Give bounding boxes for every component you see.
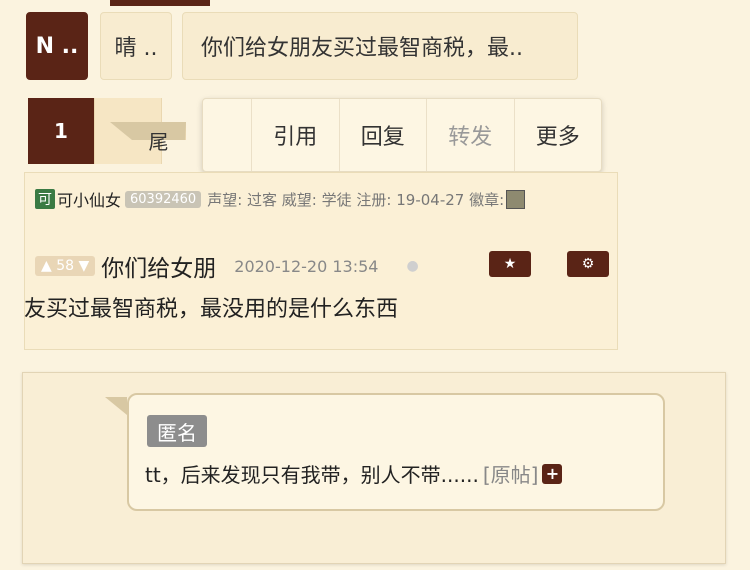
top-strip [110, 0, 210, 6]
menu-forward-label: 转发 [448, 125, 493, 150]
last-page-label: 尾 [148, 129, 169, 154]
medal-icon[interactable] [506, 189, 526, 209]
breadcrumb-forum[interactable]: N .. [26, 12, 88, 80]
breadcrumb-board[interactable]: 晴 .. [100, 12, 172, 80]
badges-label: 徽章: [469, 190, 505, 209]
registered-text: 注册: 19-04-27 [356, 190, 465, 209]
author-name[interactable]: 可小仙女 [57, 187, 121, 211]
status-dot-icon: ● [406, 258, 419, 274]
author-avatar[interactable]: 可 [35, 189, 55, 209]
breadcrumb-board-label: 晴 .. [114, 36, 158, 61]
favorite-star-button[interactable]: ★ [489, 251, 531, 277]
author-info: 可 可小仙女 60392460 声望: 过客 威望: 学徒 注册: 19-04-… [35, 187, 526, 211]
last-page-button[interactable]: 尾 [110, 122, 186, 154]
original-post: 可 可小仙女 60392460 声望: 过客 威望: 学徒 注册: 19-04-… [24, 172, 618, 350]
settings-button[interactable]: ⚙ [567, 251, 609, 277]
menu-reply[interactable]: 回复 [340, 99, 427, 171]
reply-bubble: 匿名 tt，后来发现只有我带，别人不带...... [原帖] + [127, 393, 665, 511]
reply-card: 匿名 tt，后来发现只有我带，别人不带...... [原帖] + [22, 372, 726, 564]
menu-quote-label: 引用 [273, 125, 318, 150]
post-action-menu: 引用 回复 转发 更多 [202, 98, 602, 172]
prestige-text: 威望: 学徒 [281, 190, 352, 209]
anonymous-tag: 匿名 [147, 415, 207, 447]
star-icon: ★ [503, 256, 517, 272]
bubble-tail [105, 397, 127, 415]
menu-forward[interactable]: 转发 [427, 99, 515, 171]
menu-more[interactable]: 更多 [515, 99, 602, 171]
vote-widget[interactable]: ▲ 58 ▼ [35, 256, 96, 276]
page-1-button[interactable]: 1 [28, 98, 95, 164]
user-id-badge: 60392460 [125, 190, 202, 208]
reply-text-line: tt，后来发现只有我带，别人不带...... [原帖] + [145, 459, 563, 488]
post-date: 2020-12-20 13:54 [234, 256, 379, 276]
gear-icon: ⚙ [581, 256, 595, 272]
post-title: 你们给女朋 [101, 256, 217, 282]
post-body: 友买过最智商税，最没用的是什么东西 [24, 297, 399, 322]
original-post-link[interactable]: [原帖] [483, 459, 539, 488]
pagination: 1 2 尾 [28, 98, 213, 164]
menu-quote[interactable]: 引用 [252, 99, 340, 171]
reputation-text: 声望: 过客 [207, 190, 278, 209]
reply-text: tt，后来发现只有我带，别人不带...... [145, 463, 479, 487]
menu-more-label: 更多 [535, 125, 580, 150]
menu-spacer [203, 99, 252, 171]
vote-count: 58 [56, 258, 75, 274]
thumbs-up-icon[interactable]: ▲ [41, 258, 56, 274]
breadcrumb-forum-label: N .. [35, 33, 79, 59]
breadcrumb-thread-label: 你们给女朋友买过最智商税，最.. [201, 36, 523, 61]
menu-reply-label: 回复 [360, 125, 405, 150]
breadcrumb-thread[interactable]: 你们给女朋友买过最智商税，最.. [182, 12, 578, 80]
thumbs-down-icon[interactable]: ▼ [74, 258, 89, 274]
page-1-label: 1 [54, 119, 68, 143]
expand-plus-icon[interactable]: + [542, 463, 563, 484]
